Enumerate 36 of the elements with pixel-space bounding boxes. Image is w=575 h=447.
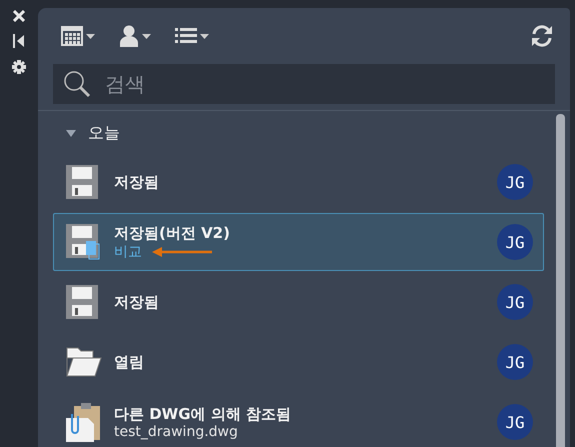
history-entry[interactable]: 저장됨 JG [53, 273, 544, 331]
history-entry[interactable]: 저장됨 JG [53, 153, 544, 211]
calendar-view-button[interactable] [61, 26, 95, 46]
user-filter-button[interactable] [119, 25, 151, 47]
entry-title: 열림 [114, 352, 145, 372]
search-field[interactable]: 검색 [53, 64, 555, 104]
user-avatar: JG [497, 284, 533, 320]
caret-icon [86, 34, 95, 38]
caret-icon [200, 34, 209, 38]
expanded-arrow-icon[interactable] [66, 130, 76, 136]
user-avatar: JG [497, 164, 533, 200]
file-name: test_drawing.dwg [114, 424, 238, 440]
history-entry[interactable]: 저장됨(버전 V2) 비교 JG [53, 213, 544, 271]
settings-icon[interactable] [12, 60, 26, 74]
user-avatar: JG [497, 224, 533, 260]
scrollbar[interactable] [556, 114, 565, 447]
user-avatar: JG [497, 344, 533, 380]
history-entry[interactable]: 열림 JG [53, 333, 544, 391]
collapse-icon[interactable] [13, 34, 25, 48]
list-view-button[interactable] [175, 27, 209, 45]
close-icon[interactable] [13, 10, 25, 22]
group-label: 오늘 [88, 122, 120, 144]
clipboard-clip-icon [66, 402, 102, 442]
entry-title: 다른 DWG에 의해 참조됨 [114, 404, 292, 424]
floppy-disk-copy-icon [66, 224, 102, 260]
entry-title: 저장됨 [114, 172, 160, 192]
refresh-button[interactable] [530, 25, 554, 47]
entry-title: 저장됨(버전 V2) [114, 224, 231, 242]
search-input[interactable]: 검색 [103, 71, 407, 97]
search-icon [63, 70, 91, 98]
user-avatar: JG [497, 404, 533, 440]
entry-title: 저장됨 [114, 292, 160, 312]
history-entry[interactable]: 다른 DWG에 의해 참조됨 test_drawing.dwg JG [53, 393, 544, 447]
compare-link[interactable]: 비교 [114, 242, 142, 260]
caret-icon [142, 34, 151, 38]
folder-icon [66, 346, 102, 378]
